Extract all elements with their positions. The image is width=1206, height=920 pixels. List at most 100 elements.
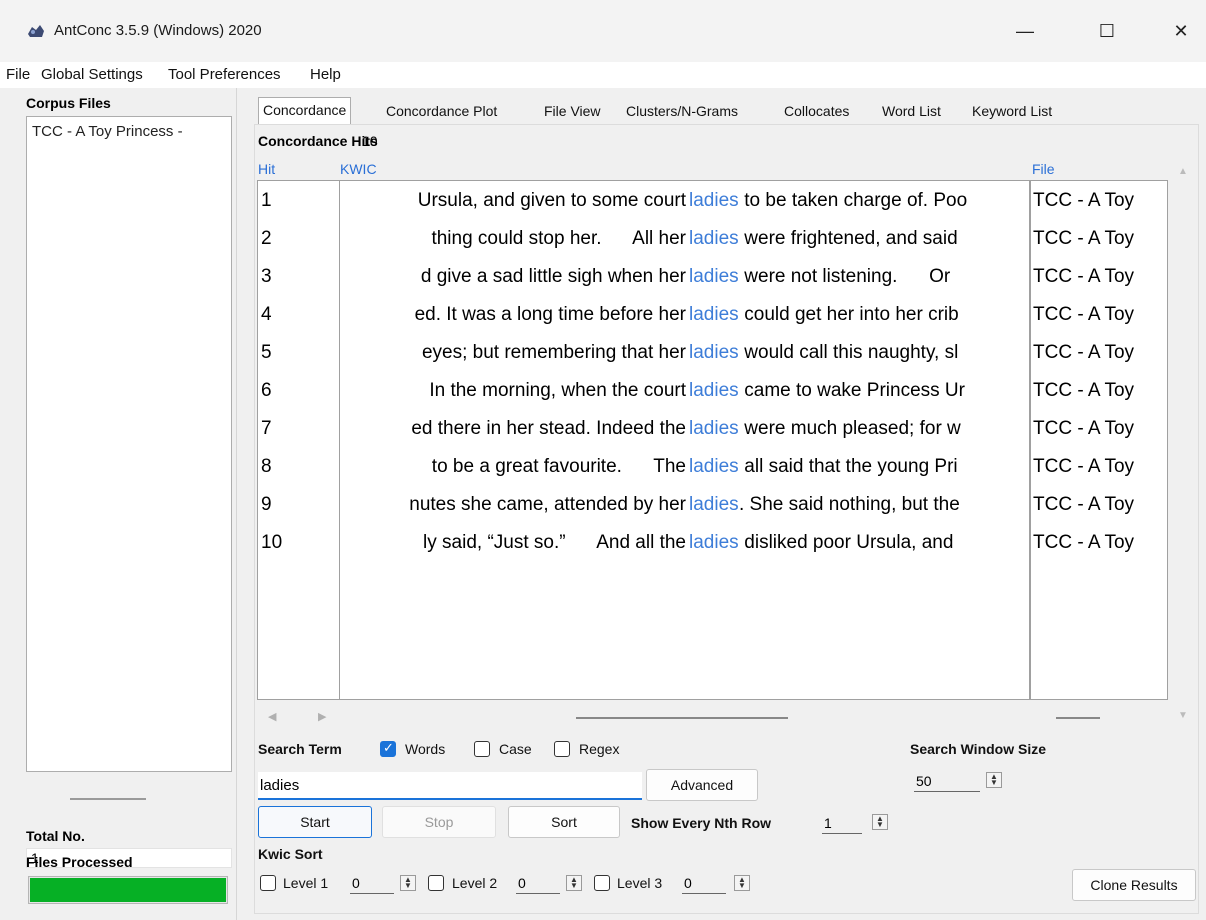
hit-number[interactable]: 5 — [258, 334, 339, 372]
level2-checkbox[interactable] — [428, 875, 444, 891]
menu-tool-preferences[interactable]: Tool Preferences — [168, 66, 281, 83]
level3-value[interactable]: 0 — [682, 874, 726, 894]
start-button[interactable]: Start — [258, 806, 372, 838]
spinner-arrows-icon[interactable]: ▲ ▼ — [872, 814, 888, 830]
minimize-icon[interactable]: — — [1002, 14, 1048, 48]
kwic-line[interactable]: d give a sad little sigh when her ladies … — [340, 258, 1029, 296]
search-term-input[interactable] — [258, 772, 642, 800]
kwic-line[interactable]: eyes; but remembering that her ladies wou… — [340, 334, 1029, 372]
file-name-cell[interactable]: TCC - A Toy — [1031, 524, 1134, 562]
file-name-cell[interactable]: TCC - A Toy — [1031, 448, 1134, 486]
corpus-files-list[interactable]: TCC - A Toy Princess - — [26, 116, 232, 772]
hit-number[interactable]: 9 — [258, 486, 339, 524]
title-bar: AntConc 3.5.9 (Windows) 2020 — ☐ ✕ — [0, 0, 1206, 62]
kwic-hit-word[interactable]: ladies — [689, 448, 739, 486]
tab-concordance-plot[interactable]: Concordance Plot — [382, 99, 501, 125]
tab-concordance[interactable]: Concordance — [258, 97, 352, 125]
file-name-cell[interactable]: TCC - A Toy — [1031, 182, 1134, 220]
menu-file[interactable]: File — [6, 66, 30, 83]
level3-checkbox[interactable] — [594, 875, 610, 891]
kwic-hit-word[interactable]: ladies — [689, 372, 739, 410]
level1-checkbox[interactable] — [260, 875, 276, 891]
left-pane-sash[interactable] — [70, 798, 146, 800]
hit-number[interactable]: 10 — [258, 524, 339, 562]
scroll-left-icon[interactable]: ◀ — [268, 710, 276, 723]
kwic-hit-word[interactable]: ladies — [689, 258, 739, 296]
file-name-cell[interactable]: TCC - A Toy — [1031, 410, 1134, 448]
kwic-right-context: to be taken charge of. Poo — [739, 190, 968, 211]
close-icon[interactable]: ✕ — [1158, 14, 1204, 48]
hit-number[interactable]: 4 — [258, 296, 339, 334]
level2-value[interactable]: 0 — [516, 874, 560, 894]
search-window-size-value[interactable]: 50 — [914, 772, 980, 792]
kwic-right-context: . She said nothing, but the — [739, 494, 960, 515]
kwic-hit-word[interactable]: ladies — [689, 524, 739, 562]
hit-number[interactable]: 7 — [258, 410, 339, 448]
hit-number[interactable]: 1 — [258, 182, 339, 220]
spinner-arrows-icon[interactable]: ▲ ▼ — [734, 875, 750, 891]
corpus-file-item[interactable]: TCC - A Toy Princess - — [32, 123, 183, 140]
scroll-right-icon[interactable]: ▶ — [318, 710, 326, 723]
spinner-arrows-icon[interactable]: ▲ ▼ — [566, 875, 582, 891]
column-header-hit[interactable]: Hit — [258, 161, 275, 177]
hit-number[interactable]: 2 — [258, 220, 339, 258]
kwic-hit-word[interactable]: ladies — [689, 410, 739, 448]
concordance-hits-label: Concordance Hits — [258, 133, 378, 149]
kwic-line[interactable]: In the morning, when the court ladies cam… — [340, 372, 1029, 410]
words-checkbox[interactable] — [380, 740, 396, 757]
progress-fill — [30, 878, 226, 902]
kwic-hit-word[interactable]: ladies — [689, 486, 739, 524]
column-header-file[interactable]: File — [1032, 161, 1055, 177]
file-name-cell[interactable]: TCC - A Toy — [1031, 334, 1134, 372]
sort-button[interactable]: Sort — [508, 806, 620, 838]
pane-divider[interactable] — [236, 88, 237, 920]
tab-file-view[interactable]: File View — [540, 99, 605, 125]
clone-results-button[interactable]: Clone Results — [1072, 869, 1196, 901]
kwic-horizontal-scrollbar[interactable] — [576, 717, 788, 719]
kwic-hit-word[interactable]: ladies — [689, 296, 739, 334]
menu-help[interactable]: Help — [310, 66, 341, 83]
kwic-hit-word[interactable]: ladies — [689, 334, 739, 372]
menu-global-settings[interactable]: Global Settings — [41, 66, 143, 83]
file-name-cell[interactable]: TCC - A Toy — [1031, 258, 1134, 296]
kwic-line[interactable]: ed. It was a long time before her ladies … — [340, 296, 1029, 334]
kwic-line[interactable]: to be a great favourite. The ladies all s… — [340, 448, 1029, 486]
file-name-cell[interactable]: TCC - A Toy — [1031, 296, 1134, 334]
regex-checkbox[interactable] — [554, 741, 570, 757]
hit-column[interactable]: 1 2 3 4 5 6 7 8 9 10 — [257, 180, 340, 700]
kwic-line[interactable]: Ursula, and given to some court ladies to… — [340, 182, 1029, 220]
case-checkbox[interactable] — [474, 741, 490, 757]
tab-collocates[interactable]: Collocates — [780, 99, 853, 125]
scroll-down-icon[interactable]: ▼ — [1178, 710, 1188, 721]
kwic-right-context: were frightened, and said — [739, 228, 958, 249]
nth-row-value[interactable]: 1 — [822, 814, 862, 834]
kwic-hit-word[interactable]: ladies — [689, 220, 739, 258]
file-horizontal-scrollbar[interactable] — [1056, 717, 1100, 719]
file-column[interactable]: TCC - A Toy TCC - A Toy TCC - A Toy TCC - A… — [1030, 180, 1168, 700]
maximize-icon[interactable]: ☐ — [1084, 14, 1130, 48]
kwic-line[interactable]: nutes she came, attended by her ladies. S… — [340, 486, 1029, 524]
kwic-hit-word[interactable]: ladies — [689, 182, 739, 220]
tab-word-list[interactable]: Word List — [878, 99, 945, 125]
tab-clusters-ngrams[interactable]: Clusters/N-Grams — [622, 99, 742, 125]
spinner-arrows-icon[interactable]: ▲ ▼ — [400, 875, 416, 891]
tab-keyword-list[interactable]: Keyword List — [968, 99, 1056, 125]
scroll-up-icon[interactable]: ▲ — [1178, 166, 1188, 177]
vertical-scrollbar[interactable]: ▲ ▼ — [1172, 160, 1194, 721]
kwic-left-context: to be a great favourite. The — [426, 456, 686, 477]
kwic-column[interactable]: Ursula, and given to some court ladies to… — [339, 180, 1030, 700]
spinner-arrows-icon[interactable]: ▲ ▼ — [986, 772, 1002, 788]
kwic-line[interactable]: ed there in her stead. Indeed the ladies … — [340, 410, 1029, 448]
kwic-line[interactable]: ly said, “Just so.” And all the ladies di… — [340, 524, 1029, 562]
file-name-cell[interactable]: TCC - A Toy — [1031, 486, 1134, 524]
hit-number[interactable]: 6 — [258, 372, 339, 410]
column-header-kwic[interactable]: KWIC — [340, 161, 377, 177]
hit-number[interactable]: 3 — [258, 258, 339, 296]
file-name-cell[interactable]: TCC - A Toy — [1031, 372, 1134, 410]
kwic-line[interactable]: thing could stop her. All her ladies were… — [340, 220, 1029, 258]
hit-number[interactable]: 8 — [258, 448, 339, 486]
file-name-cell[interactable]: TCC - A Toy — [1031, 220, 1134, 258]
level1-value[interactable]: 0 — [350, 874, 394, 894]
total-no-label: Total No. — [26, 828, 85, 844]
advanced-button[interactable]: Advanced — [646, 769, 758, 801]
